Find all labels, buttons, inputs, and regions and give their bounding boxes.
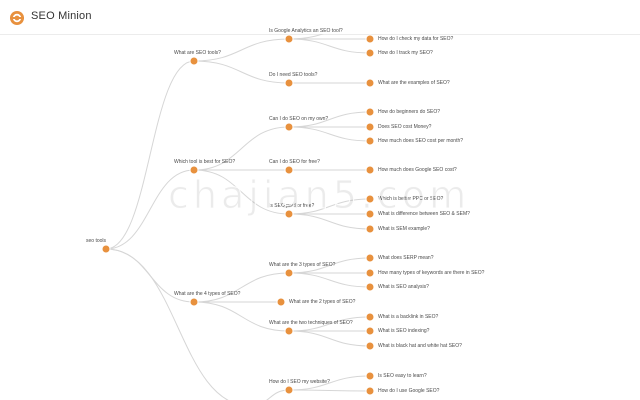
- node-label-q2a2[interactable]: Does SEO cost Money?: [378, 124, 431, 130]
- edge-q4-q4a: [266, 389, 290, 400]
- edge-root-q2: [105, 169, 195, 250]
- node-toggle-q2a2[interactable]: [365, 122, 375, 132]
- node-toggle-q3c[interactable]: [284, 326, 294, 336]
- node-label-q3a1[interactable]: What does SERP mean?: [378, 255, 434, 261]
- node-toggle-q3a1[interactable]: [365, 253, 375, 263]
- node-toggle-q2c[interactable]: [284, 209, 294, 219]
- edge-q2a-q2a3: [288, 126, 371, 142]
- node-label-q2c[interactable]: Is SEO paid or free?: [269, 203, 314, 209]
- node-label-q1a2[interactable]: How do I check my data for SEO?: [378, 36, 453, 42]
- node-label-q1b[interactable]: Do I need SEO tools?: [269, 72, 317, 78]
- node-label-q3b[interactable]: What are the 2 types of SEO?: [289, 299, 355, 305]
- node-toggle-q2c1[interactable]: [365, 194, 375, 204]
- node-toggle-q3c3[interactable]: [365, 341, 375, 351]
- node-toggle-q2c2[interactable]: [365, 209, 375, 219]
- node-toggle-q2a[interactable]: [284, 122, 294, 132]
- node-toggle-q1a2[interactable]: [365, 34, 375, 44]
- node-label-q4a2[interactable]: How do I use Google SEO?: [378, 388, 439, 394]
- node-toggle-q2a1[interactable]: [365, 107, 375, 117]
- node-toggle-q4a1[interactable]: [365, 371, 375, 381]
- node-toggle-q2c3[interactable]: [365, 224, 375, 234]
- node-toggle-q2b1[interactable]: [365, 165, 375, 175]
- app-title: SEO Minion: [31, 10, 92, 22]
- node-label-q3[interactable]: What are the 4 types of SEO?: [174, 291, 240, 297]
- edge-root-q4: [105, 248, 229, 400]
- edge-q1a-q1a3: [288, 38, 371, 54]
- node-toggle-q3a[interactable]: [284, 268, 294, 278]
- node-label-q3c1[interactable]: What is a backlink in SEO?: [378, 314, 438, 320]
- node-label-q3a2[interactable]: How many types of keywords are there in …: [378, 270, 484, 276]
- edge-q3a-q3a3: [288, 272, 371, 288]
- node-toggle-q2a3[interactable]: [365, 136, 375, 146]
- node-toggle-q3c2[interactable]: [365, 326, 375, 336]
- edge-root-q1: [105, 60, 195, 250]
- node-toggle-root[interactable]: [101, 244, 111, 254]
- node-toggle-q1a[interactable]: [284, 34, 294, 44]
- node-label-q2c2[interactable]: What is difference between SEO & SEM?: [378, 211, 470, 217]
- node-toggle-q2[interactable]: [189, 165, 199, 175]
- edge-q1a-q1a1: [288, 34, 325, 40]
- node-label-q2b1[interactable]: How much does Google SEO cost?: [378, 167, 457, 173]
- edge-q3-q3a: [193, 272, 290, 303]
- mind-map[interactable]: seo tools What are SEO tools? Is Google An…: [0, 28, 640, 400]
- node-toggle-q3a2[interactable]: [365, 268, 375, 278]
- node-label-q2a[interactable]: Can I do SEO on my own?: [269, 116, 328, 122]
- node-label-q3a3[interactable]: What is SEO analysis?: [378, 284, 429, 290]
- edge-q4a-q4a2: [288, 389, 371, 392]
- node-toggle-q4a[interactable]: [284, 385, 294, 395]
- node-toggle-q1a3[interactable]: [365, 48, 375, 58]
- node-label-q4a[interactable]: How do I SEO my website?: [269, 379, 330, 385]
- node-toggle-q1b1[interactable]: [365, 78, 375, 88]
- node-label-q1b1[interactable]: What are the examples of SEO?: [378, 80, 450, 86]
- node-label-q3c2[interactable]: What is SEO indexing?: [378, 328, 429, 334]
- node-label-q4a1[interactable]: Is SEO easy to learn?: [378, 373, 427, 379]
- node-toggle-q3a3[interactable]: [365, 282, 375, 292]
- node-label-q2a1[interactable]: How do beginners do SEO?: [378, 109, 440, 115]
- node-label-q1a3[interactable]: How do I track my SEO?: [378, 50, 433, 56]
- node-toggle-q1[interactable]: [189, 56, 199, 66]
- node-toggle-q3b[interactable]: [276, 297, 286, 307]
- mind-map-edges: [101, 34, 375, 400]
- edge-q3c-q3c3: [288, 330, 371, 347]
- node-toggle-q3[interactable]: [189, 297, 199, 307]
- node-label-q3c3[interactable]: What is black hat and white hat SEO?: [378, 343, 462, 349]
- node-label-q1a[interactable]: Is Google Analytics an SEO tool?: [269, 28, 343, 34]
- node-toggle-q3c1[interactable]: [365, 312, 375, 322]
- node-label-q2b[interactable]: Can I do SEO for free?: [269, 159, 320, 165]
- node-label-q2[interactable]: Which tool is best for SEO?: [174, 159, 235, 165]
- node-label-q3a[interactable]: What are the 3 types of SEO?: [269, 262, 335, 268]
- node-toggle-q4a2[interactable]: [365, 386, 375, 396]
- node-toggle-q1b[interactable]: [284, 78, 294, 88]
- seo-minion-logo-icon: [10, 11, 24, 25]
- node-toggle-q2b[interactable]: [284, 165, 294, 175]
- node-label-q1[interactable]: What are SEO tools?: [174, 50, 221, 56]
- node-label-q3c[interactable]: What are the two techniques of SEO?: [269, 320, 353, 326]
- edge-q3-q3c: [193, 301, 290, 332]
- node-label-q2c3[interactable]: What is SEM example?: [378, 226, 430, 232]
- node-label-q2c1[interactable]: Which is better PPC or SEO?: [378, 196, 443, 202]
- node-label-q2a3[interactable]: How much does SEO cost per month?: [378, 138, 463, 144]
- edge-q2c-q2c3: [288, 213, 371, 230]
- node-label-root[interactable]: seo tools: [86, 238, 106, 244]
